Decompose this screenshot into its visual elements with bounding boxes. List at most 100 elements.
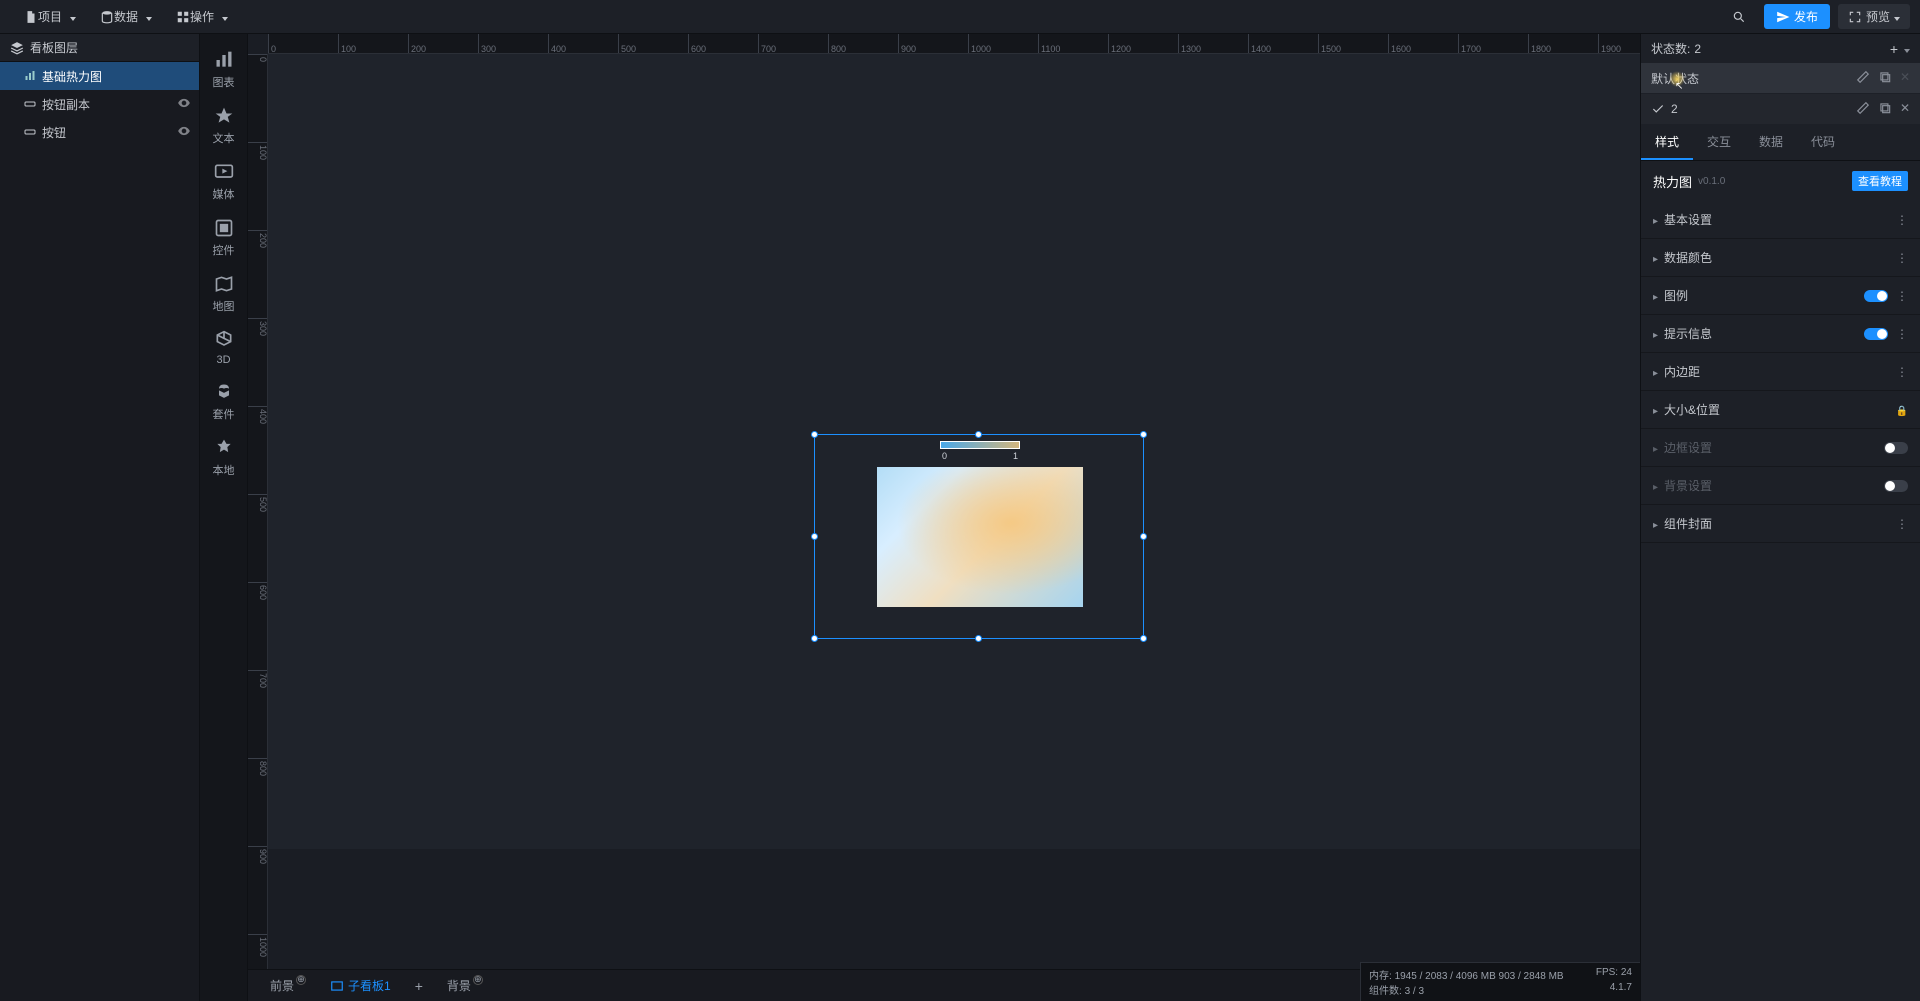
search-button[interactable] (1718, 0, 1756, 33)
add-state-button[interactable]: + (1890, 41, 1898, 57)
tab-interact[interactable]: 交互 (1693, 125, 1745, 160)
chevron-down-icon[interactable] (1898, 42, 1910, 56)
state-row-default[interactable]: 默认状态 ↖ ✕ (1641, 63, 1920, 93)
eye-icon[interactable] (177, 124, 191, 141)
comp-kit[interactable]: 套件 (200, 374, 248, 430)
toggle-switch[interactable] (1864, 328, 1888, 340)
board-icon (330, 979, 344, 993)
heatmap-legend-min: 0 (942, 451, 947, 461)
copy-state-icon[interactable] (1878, 101, 1892, 118)
toggle-switch[interactable] (1864, 290, 1888, 302)
tab-code[interactable]: 代码 (1797, 125, 1849, 160)
property-row[interactable]: 大小&位置 (1641, 391, 1920, 429)
menu-ops-label: 操作 (190, 8, 214, 25)
ruler-tick: 1800 (1528, 34, 1551, 54)
edit-state-icon[interactable] (1856, 70, 1870, 87)
publish-button[interactable]: 发布 (1764, 4, 1830, 29)
resize-handle[interactable] (811, 431, 818, 438)
resize-handle[interactable] (811, 533, 818, 540)
preview-button[interactable]: 预览 (1838, 4, 1910, 29)
comp-3d[interactable]: 3D (200, 322, 248, 374)
tab-subboard[interactable]: 子看板1 (318, 973, 403, 998)
status-version: 4.1.7 (1610, 982, 1632, 997)
status-mem-label: 内存: (1369, 971, 1392, 982)
comp-label: 套件 (213, 406, 235, 422)
publish-label: 发布 (1794, 8, 1818, 25)
comp-label: 媒体 (213, 186, 235, 202)
resize-handle[interactable] (1140, 533, 1147, 540)
chart-icon (24, 70, 36, 82)
property-row[interactable]: 基本设置 (1641, 201, 1920, 239)
toggle-switch[interactable] (1884, 442, 1908, 454)
delete-state-icon[interactable]: ✕ (1900, 101, 1910, 118)
comp-control[interactable]: 控件 (200, 210, 248, 266)
selection-box[interactable]: 0 1 (814, 434, 1144, 639)
eye-icon[interactable] (177, 96, 191, 113)
resize-handle[interactable] (1140, 635, 1147, 642)
more-icon[interactable] (1896, 327, 1908, 341)
more-icon[interactable] (1896, 365, 1908, 379)
toggle-switch[interactable] (1884, 480, 1908, 492)
layer-label: 按钮副本 (42, 96, 90, 113)
property-row[interactable]: 边框设置 (1641, 429, 1920, 467)
comp-map[interactable]: 地图 (200, 266, 248, 322)
ruler-tick: 400 (248, 406, 268, 424)
canvas-area: 0100200300400500600700800900100011001200… (248, 34, 1640, 1001)
ruler-tick: 200 (248, 230, 268, 248)
property-row[interactable]: 图例 (1641, 277, 1920, 315)
menu-ops[interactable]: 操作 (162, 0, 238, 33)
state-row-2[interactable]: 2 ✕ (1641, 94, 1920, 124)
property-row[interactable]: 组件封面 (1641, 505, 1920, 543)
more-icon[interactable] (1896, 517, 1908, 531)
resize-handle[interactable] (1140, 431, 1147, 438)
menu-project[interactable]: 项目 (10, 0, 86, 33)
tab-foreground[interactable]: 前景 ⊕ (258, 973, 318, 998)
copy-state-icon[interactable] (1878, 70, 1892, 87)
state-count-value: 2 (1694, 42, 1701, 56)
property-row[interactable]: 提示信息 (1641, 315, 1920, 353)
layer-row[interactable]: 按钮副本 (0, 90, 199, 118)
tab-badge-icon: ⊕ (296, 975, 306, 985)
edit-state-icon[interactable] (1856, 101, 1870, 118)
status-fps-value: 24 (1621, 967, 1632, 978)
tab-background[interactable]: 背景 ⊕ (435, 973, 495, 998)
tab-style[interactable]: 样式 (1641, 125, 1693, 160)
tab-data[interactable]: 数据 (1745, 125, 1797, 160)
comp-local[interactable]: 本地 (200, 430, 248, 486)
expand-icon (1848, 10, 1862, 24)
property-label: 基本设置 (1664, 211, 1712, 228)
menu-data[interactable]: 数据 (86, 0, 162, 33)
state-count-label: 状态数: (1651, 40, 1690, 57)
ruler-tick: 100 (248, 142, 268, 160)
layer-row[interactable]: 基础热力图 (0, 62, 199, 90)
ruler-tick: 300 (248, 318, 268, 336)
state-label: 2 (1671, 102, 1678, 116)
status-comp-label: 组件数: (1369, 986, 1402, 997)
expand-arrow-icon (1653, 365, 1664, 379)
ruler-tick: 1400 (1248, 34, 1271, 54)
property-label: 数据颜色 (1664, 249, 1712, 266)
property-row[interactable]: 数据颜色 (1641, 239, 1920, 277)
more-icon[interactable] (1896, 289, 1908, 303)
property-row[interactable]: 背景设置 (1641, 467, 1920, 505)
resize-handle[interactable] (975, 431, 982, 438)
layer-row[interactable]: 按钮 (0, 118, 199, 146)
resize-handle[interactable] (811, 635, 818, 642)
ruler-tick: 800 (248, 758, 268, 776)
ruler-tick: 400 (548, 34, 566, 54)
resize-handle[interactable] (975, 635, 982, 642)
canvas-stage[interactable]: 0 1 (268, 54, 1640, 969)
delete-state-icon: ✕ (1900, 70, 1910, 87)
lock-icon[interactable] (1896, 403, 1908, 417)
inspector-panel: 状态数: 2 + 默认状态 ↖ ✕ 2 ✕ 样式 (1640, 34, 1920, 1001)
more-icon[interactable] (1896, 251, 1908, 265)
property-row[interactable]: 内边距 (1641, 353, 1920, 391)
comp-text[interactable]: 文本 (200, 98, 248, 154)
more-icon[interactable] (1896, 213, 1908, 227)
tutorial-link[interactable]: 查看教程 (1852, 171, 1908, 191)
comp-media[interactable]: 媒体 (200, 154, 248, 210)
tab-label: 子看板1 (348, 977, 391, 994)
layers-title-text: 看板图层 (30, 39, 78, 56)
add-tab-button[interactable]: + (403, 974, 435, 998)
comp-chart[interactable]: 图表 (200, 42, 248, 98)
